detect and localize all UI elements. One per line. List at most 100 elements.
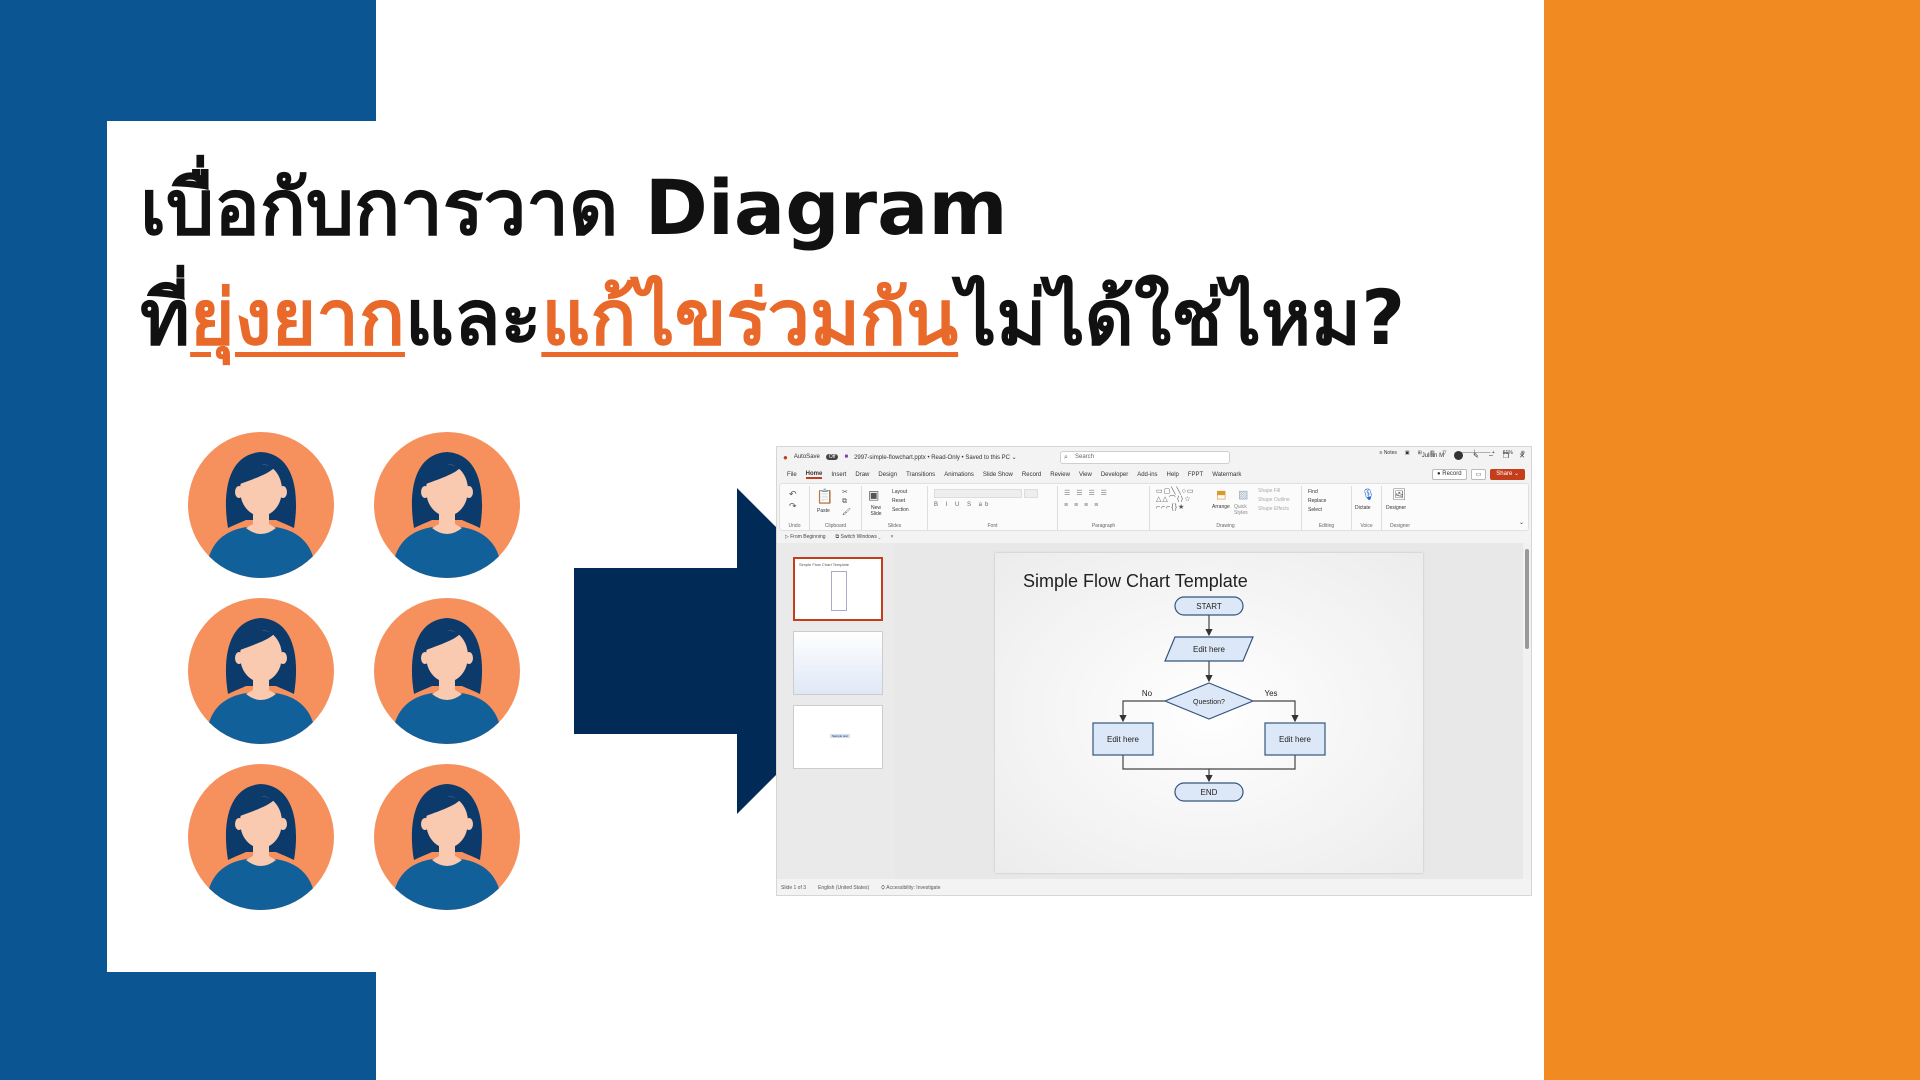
- shapes-gallery[interactable]: ▭▢╲╲○▭ △△⌒⟨⟩☆ ⌐⌐⌐{}★: [1156, 488, 1210, 512]
- shape-effects-button[interactable]: Shape Effects: [1258, 506, 1289, 512]
- tab-review[interactable]: Review: [1050, 472, 1070, 478]
- slide-sorter-icon[interactable]: ⊞: [1418, 450, 1422, 456]
- record-label: Record: [1442, 471, 1462, 477]
- paste-label: Paste: [817, 508, 830, 514]
- shape-fill-button[interactable]: Shape Fill: [1258, 488, 1280, 494]
- redo-icon[interactable]: ↷: [789, 501, 797, 512]
- slide[interactable]: Simple Flow Chart Template START Edit he…: [995, 553, 1423, 873]
- tab-add-ins[interactable]: Add-ins: [1137, 472, 1157, 478]
- shape-outline-button[interactable]: Shape Outline: [1258, 497, 1290, 503]
- slide-thumbnail-1[interactable]: Simple Flow Chart Template: [793, 557, 883, 621]
- arrange-icon[interactable]: ⬒: [1216, 488, 1226, 501]
- vertical-scrollbar[interactable]: [1523, 543, 1531, 879]
- cut-icon[interactable]: ✂: [842, 488, 848, 496]
- headline-text: ไม่ได้ใช่ไหม?: [958, 273, 1406, 362]
- microphone-icon[interactable]: 🎙: [1361, 488, 1375, 501]
- zoom-slider[interactable]: – ────┼──── +: [1454, 450, 1494, 456]
- woman-avatar-icon: [188, 764, 334, 910]
- tab-watermark[interactable]: Watermark: [1212, 472, 1241, 478]
- dictate-label: Dictate: [1355, 505, 1371, 511]
- process-1-label: Edit here: [1193, 645, 1226, 654]
- ribbon-group-label: Voice: [1360, 523, 1373, 529]
- status-bar: Slide 1 of 3 English (United States) ⛭ A…: [777, 881, 1531, 895]
- slide-thumbnail-3[interactable]: Sample text: [793, 705, 883, 769]
- woman-avatar-icon: [374, 764, 520, 910]
- woman-avatar-icon: [188, 598, 334, 744]
- font-format-icons[interactable]: B I U S ab: [934, 502, 991, 508]
- new-slide-label: New Slide: [870, 505, 882, 517]
- save-icon[interactable]: ■: [844, 454, 848, 460]
- scrollbar-thumb[interactable]: [1525, 549, 1529, 649]
- collapse-ribbon-icon[interactable]: ⌄: [1519, 519, 1524, 526]
- designer-icon[interactable]: 🖼: [1392, 488, 1406, 501]
- normal-view-icon[interactable]: ▣: [1405, 450, 1410, 456]
- section-button[interactable]: Section: [892, 507, 909, 513]
- tab-transitions[interactable]: Transitions: [906, 472, 935, 478]
- flowchart: START Edit here Question? No Yes Edit he…: [1092, 596, 1326, 802]
- thumbnail-flowchart: [831, 571, 847, 611]
- tab-view[interactable]: View: [1079, 472, 1092, 478]
- orange-band: [1544, 0, 1920, 1080]
- align-icons[interactable]: ≡ ≡ ≡ ≡: [1064, 502, 1100, 509]
- headline-text: ที่: [140, 273, 191, 362]
- record-button[interactable]: ● Record: [1431, 469, 1467, 480]
- notes-button[interactable]: ≡ Notes: [1380, 450, 1397, 456]
- ribbon-group-label: Slides: [887, 523, 902, 529]
- copy-icon[interactable]: ⧉: [842, 498, 847, 506]
- reading-view-icon[interactable]: ▥: [1430, 450, 1435, 456]
- slideshow-icon[interactable]: ▽: [1443, 450, 1447, 456]
- tab-help[interactable]: Help: [1167, 472, 1179, 478]
- select-button[interactable]: Select: [1308, 507, 1322, 513]
- headline: เบื่อกับการวาด Diagram ที่ยุ่งยากและแก้ไ…: [140, 160, 1520, 380]
- layout-button[interactable]: Layout: [892, 489, 907, 495]
- quick-access-toolbar: ▷ From Beginning ⧉ Switch Windows ⌄ ×: [785, 534, 894, 540]
- share-button[interactable]: Share ⌄: [1490, 469, 1525, 480]
- replace-button[interactable]: Replace: [1308, 498, 1326, 504]
- start-label: START: [1196, 602, 1222, 611]
- slide-canvas: Simple Flow Chart Template START Edit he…: [895, 543, 1523, 879]
- ribbon-group-slides: ▣ New Slide Layout Reset Section Slides: [862, 486, 928, 530]
- process-left-label: Edit here: [1107, 735, 1140, 744]
- share-label: Share: [1496, 471, 1513, 477]
- tab-slide-show[interactable]: Slide Show: [983, 472, 1013, 478]
- switch-windows-label: Switch Windows: [840, 534, 877, 540]
- font-size-select[interactable]: [1024, 489, 1038, 498]
- close-qat-icon[interactable]: ×: [891, 534, 894, 540]
- from-beginning-button[interactable]: ▷ From Beginning: [785, 534, 826, 540]
- search-input[interactable]: ⌕ Search: [1060, 451, 1230, 464]
- zoom-level[interactable]: 61%: [1503, 450, 1513, 456]
- font-name-select[interactable]: [934, 489, 1022, 498]
- menu-actions: ● Record ▭ Share ⌄: [1431, 469, 1525, 480]
- tab-draw[interactable]: Draw: [855, 472, 869, 478]
- tab-file[interactable]: File: [787, 472, 797, 478]
- list-icons[interactable]: ☰ ☰ ☰ ☰: [1064, 489, 1109, 497]
- reset-button[interactable]: Reset: [892, 498, 905, 504]
- autosave-toggle[interactable]: Off: [825, 454, 839, 460]
- file-name[interactable]: 2997-simple-flowchart.pptx • Read-Only •…: [854, 454, 1017, 461]
- format-painter-icon[interactable]: 🖌: [842, 508, 851, 516]
- tab-developer[interactable]: Developer: [1101, 472, 1128, 478]
- ribbon-group-editing: Find Replace Select Editing: [1302, 486, 1352, 530]
- powerpoint-window: ● AutoSave Off ■ 2997-simple-flowchart.p…: [776, 446, 1532, 896]
- switch-windows-button[interactable]: ⧉ Switch Windows ⌄: [836, 534, 881, 540]
- fit-slide-icon[interactable]: ⊕: [1521, 450, 1525, 456]
- quick-styles-icon[interactable]: ▨: [1238, 488, 1248, 501]
- slide-thumbnail-2[interactable]: [793, 631, 883, 695]
- tab-animations[interactable]: Animations: [944, 472, 974, 478]
- ribbon-group-label: Paragraph: [1091, 523, 1116, 529]
- language-status[interactable]: English (United States): [818, 885, 869, 891]
- no-label: No: [1142, 689, 1153, 698]
- paste-icon[interactable]: 📋: [816, 488, 833, 505]
- ribbon-group-clipboard: 📋 Paste ✂ ⧉ 🖌 Clipboard: [810, 486, 862, 530]
- accessibility-status[interactable]: ⛭ Accessibility: Investigate: [881, 885, 940, 891]
- new-slide-icon[interactable]: ▣: [868, 488, 879, 502]
- tab-design[interactable]: Design: [878, 472, 897, 478]
- tab-record[interactable]: Record: [1022, 472, 1041, 478]
- comments-icon[interactable]: ▭: [1470, 469, 1487, 480]
- tab-insert[interactable]: Insert: [831, 472, 846, 478]
- tab-home[interactable]: Home: [805, 471, 823, 479]
- undo-icon[interactable]: ↶: [789, 489, 797, 500]
- status-controls: ≡ Notes ▣ ⊞ ▥ ▽ – ────┼──── + 61% ⊕: [1380, 450, 1526, 456]
- find-button[interactable]: Find: [1308, 489, 1318, 495]
- tab-fppt[interactable]: FPPT: [1188, 472, 1203, 478]
